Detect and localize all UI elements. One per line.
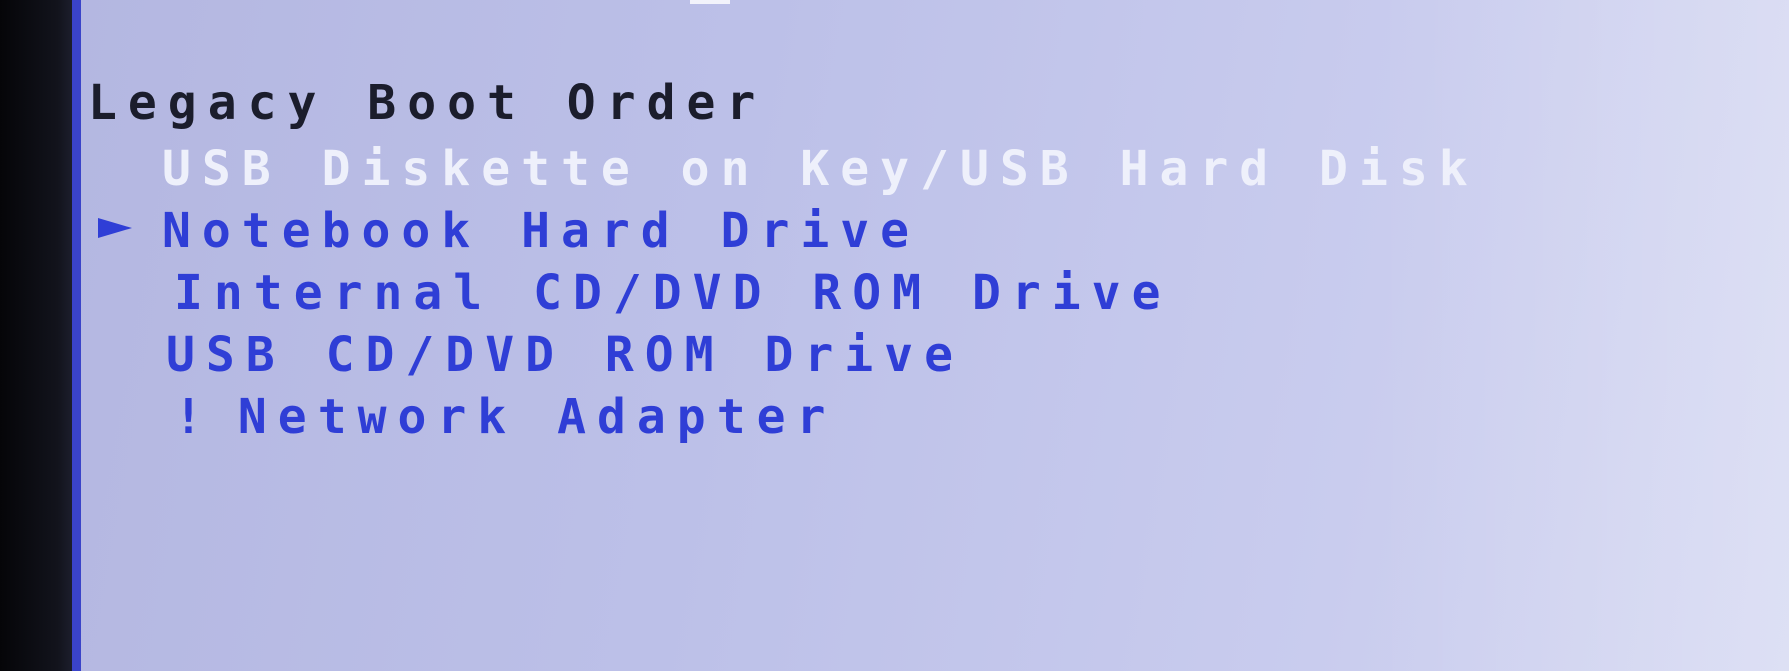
boot-item-internal-cd-dvd[interactable]: Internal CD/DVD ROM Drive (88, 262, 1728, 324)
boot-item-label: Network Adapter (237, 389, 837, 445)
selection-pointer-icon (98, 218, 132, 238)
boot-item-label: Notebook Hard Drive (162, 203, 921, 259)
boot-item-usb-diskette[interactable]: USB Diskette on Key/USB Hard Disk (88, 138, 1728, 200)
boot-item-network-adapter[interactable]: ! Network Adapter (88, 386, 1728, 448)
boot-item-usb-cd-dvd[interactable]: USB CD/DVD ROM Drive (88, 324, 1728, 386)
boot-item-label: Internal CD/DVD ROM Drive (174, 265, 1172, 321)
monitor-bezel (0, 0, 72, 671)
boot-item-notebook-hard-drive[interactable]: Notebook Hard Drive (88, 200, 1728, 262)
boot-item-label: USB CD/DVD ROM Drive (166, 327, 964, 383)
section-title: Legacy Boot Order (88, 75, 767, 131)
boot-order-panel: Legacy Boot Order USB Diskette on Key/US… (88, 72, 1728, 448)
excluded-flag: ! (174, 389, 214, 445)
boot-item-label: USB Diskette on Key/USB Hard Disk (162, 141, 1479, 197)
top-border-mark (690, 0, 730, 4)
window-frame-border (72, 0, 81, 671)
boot-order-list: USB Diskette on Key/USB Hard Disk Notebo… (88, 138, 1728, 448)
bios-screen: Legacy Boot Order USB Diskette on Key/US… (0, 0, 1789, 671)
